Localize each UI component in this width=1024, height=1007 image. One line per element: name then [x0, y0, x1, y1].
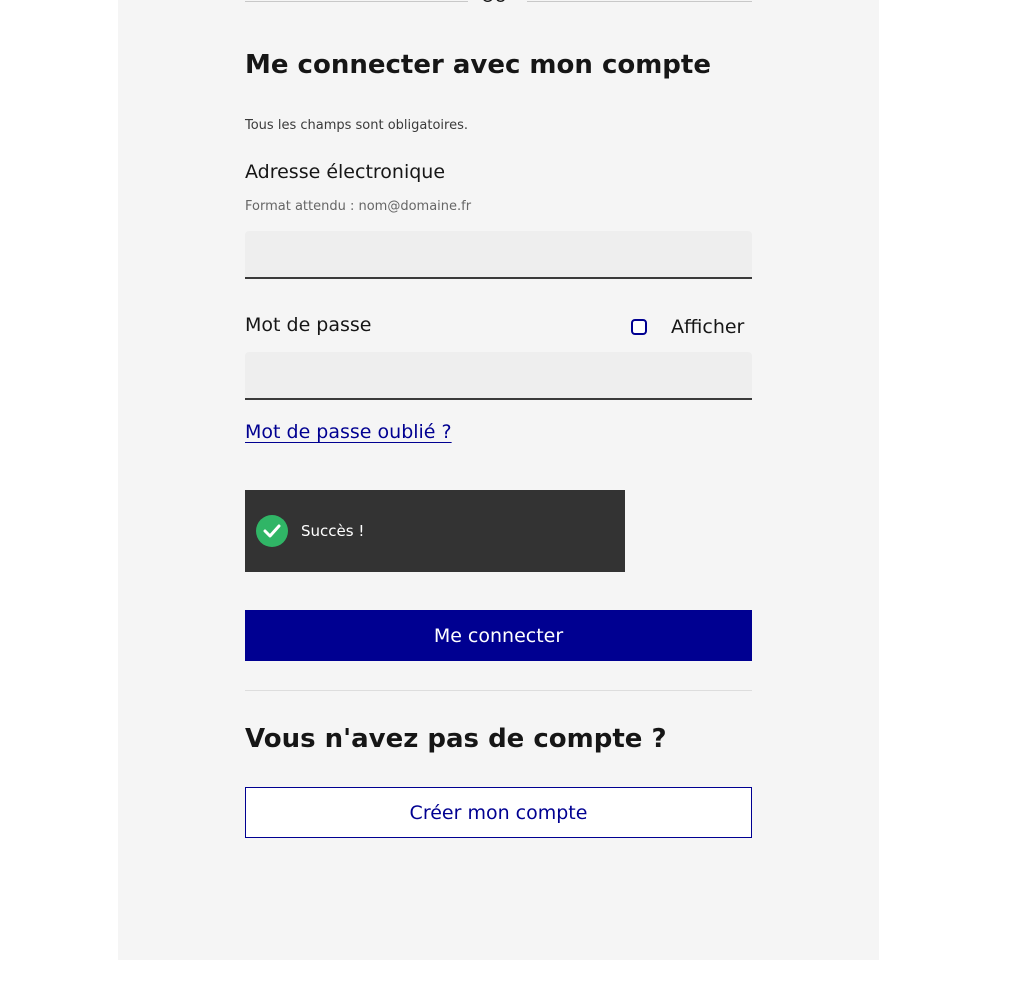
check-circle-icon [256, 515, 288, 547]
password-field[interactable] [245, 352, 752, 400]
separator-line-left [245, 1, 468, 2]
email-format-hint: Format attendu : nom@domaine.fr [245, 199, 472, 214]
section-divider [245, 690, 752, 691]
show-password-label[interactable]: Afficher [671, 316, 744, 338]
separator-label: OU [481, 0, 507, 7]
captcha-status: Succès ! [301, 522, 365, 540]
or-separator: OU [245, 0, 752, 7]
forgot-password-link[interactable]: Mot de passe oublié ? [245, 421, 452, 443]
login-title: Me connecter avec mon compte [245, 50, 711, 80]
show-password-toggle[interactable]: Afficher [631, 314, 744, 340]
password-label: Mot de passe [245, 314, 372, 336]
login-button[interactable]: Me connecter [245, 610, 752, 661]
captcha-widget[interactable]: Succès ! [245, 490, 625, 572]
required-fields-note: Tous les champs sont obligatoires. [245, 118, 468, 133]
email-field[interactable] [245, 231, 752, 279]
no-account-title: Vous n'avez pas de compte ? [245, 724, 667, 754]
email-label: Adresse électronique [245, 161, 446, 183]
show-password-checkbox[interactable] [631, 319, 647, 335]
create-account-button[interactable]: Créer mon compte [245, 787, 752, 838]
separator-line-right [527, 1, 752, 2]
